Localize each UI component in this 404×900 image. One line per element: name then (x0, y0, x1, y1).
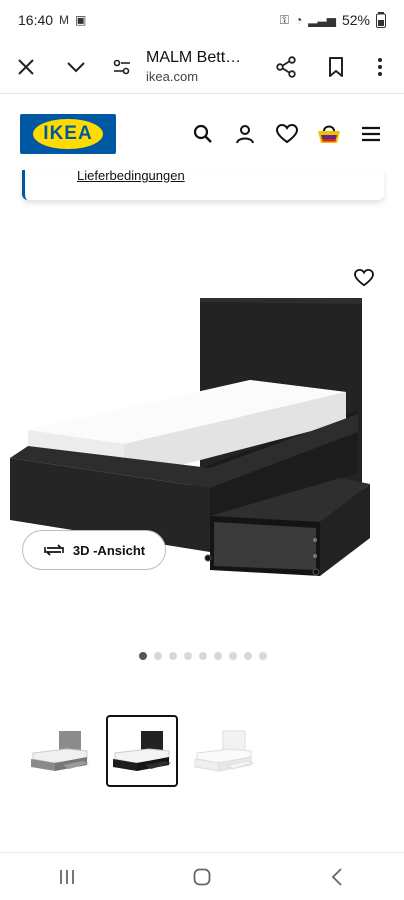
pagination-dot[interactable] (214, 652, 222, 660)
android-navigation-bar (0, 852, 404, 900)
cart-button[interactable] (312, 114, 346, 154)
tune-icon (113, 59, 130, 74)
shopping-bag-icon (318, 125, 340, 143)
gallery-pagination-dots (139, 652, 267, 660)
share-icon (276, 55, 296, 78)
product-image-gallery[interactable]: 3D -Ansicht (0, 240, 404, 640)
page-domain: ikea.com (146, 69, 199, 84)
chevron-down-icon (67, 61, 85, 72)
status-bar: 16:40 M ▣ ⚿ ◔ ▂▃▅ 52% (0, 0, 404, 40)
pagination-dot[interactable] (154, 652, 162, 660)
delivery-conditions-link[interactable]: Lieferbedingungen (77, 170, 185, 183)
bed-thumbnail-black-brown (113, 731, 171, 771)
news-icon: ▣ (75, 13, 87, 27)
page-title: MALM Bett… (146, 49, 242, 66)
key-icon: ⚿ (279, 12, 290, 27)
clock: 16:40 (18, 12, 54, 28)
variant-thumbnail-black-brown[interactable] (106, 715, 178, 787)
pagination-dot[interactable] (199, 652, 207, 660)
menu-button[interactable] (354, 114, 388, 154)
close-tab-button[interactable] (6, 47, 46, 87)
more-vert-icon (378, 57, 382, 76)
account-button[interactable] (228, 114, 262, 154)
home-icon (193, 868, 211, 885)
browser-toolbar: MALM Bett… ikea.com (0, 40, 404, 94)
hamburger-menu-icon (362, 126, 380, 142)
pagination-dot[interactable] (184, 652, 192, 660)
heart-icon (276, 124, 298, 144)
bookmark-icon (329, 56, 343, 77)
share-button[interactable] (266, 47, 306, 87)
battery-icon (376, 12, 386, 28)
bed-thumbnail-white (194, 730, 255, 772)
add-to-favorites-button[interactable] (350, 264, 378, 292)
pagination-dot[interactable] (229, 652, 237, 660)
bed-thumbnail-grey (31, 731, 89, 771)
pagination-dot[interactable] (244, 652, 252, 660)
delivery-notice-card: Lieferbedingungen (22, 170, 384, 200)
back-button[interactable] (307, 857, 367, 897)
page-title-area[interactable]: MALM Bett… ikea.com (146, 49, 266, 84)
variant-thumbnail-white[interactable] (188, 715, 260, 787)
close-icon (18, 58, 34, 75)
heart-icon (354, 269, 374, 287)
pagination-dot[interactable] (259, 652, 267, 660)
search-button[interactable] (186, 114, 220, 154)
more-options-button[interactable] (360, 47, 400, 87)
site-settings-button[interactable] (102, 47, 142, 87)
rotate-3d-icon (44, 544, 64, 556)
variant-thumbnail-grey[interactable] (24, 715, 96, 787)
logo-text: IKEA (33, 119, 103, 149)
color-variant-thumbnails (24, 715, 260, 787)
battery-percent: 52% (341, 12, 370, 28)
pagination-dot[interactable] (139, 652, 147, 660)
back-icon (331, 867, 342, 886)
collapse-button[interactable] (56, 47, 96, 87)
recent-apps-button[interactable] (37, 857, 97, 897)
signal-icon: ▂▃▅ (308, 13, 336, 27)
product-image-malm-bed (10, 298, 370, 576)
view-3d-button[interactable]: 3D -Ansicht (22, 530, 166, 570)
site-header: IKEA (0, 94, 404, 174)
pagination-dot[interactable] (169, 652, 177, 660)
ikea-logo[interactable]: IKEA (20, 114, 116, 154)
bookmark-button[interactable] (316, 47, 356, 87)
user-icon (236, 125, 254, 144)
view-3d-label: 3D -Ansicht (72, 542, 146, 558)
wifi-icon: ◔ (295, 13, 303, 27)
home-button[interactable] (172, 857, 232, 897)
favorites-button[interactable] (270, 114, 304, 154)
gmail-icon: M (59, 13, 70, 27)
recent-apps-icon (60, 869, 75, 884)
search-icon (193, 124, 212, 143)
